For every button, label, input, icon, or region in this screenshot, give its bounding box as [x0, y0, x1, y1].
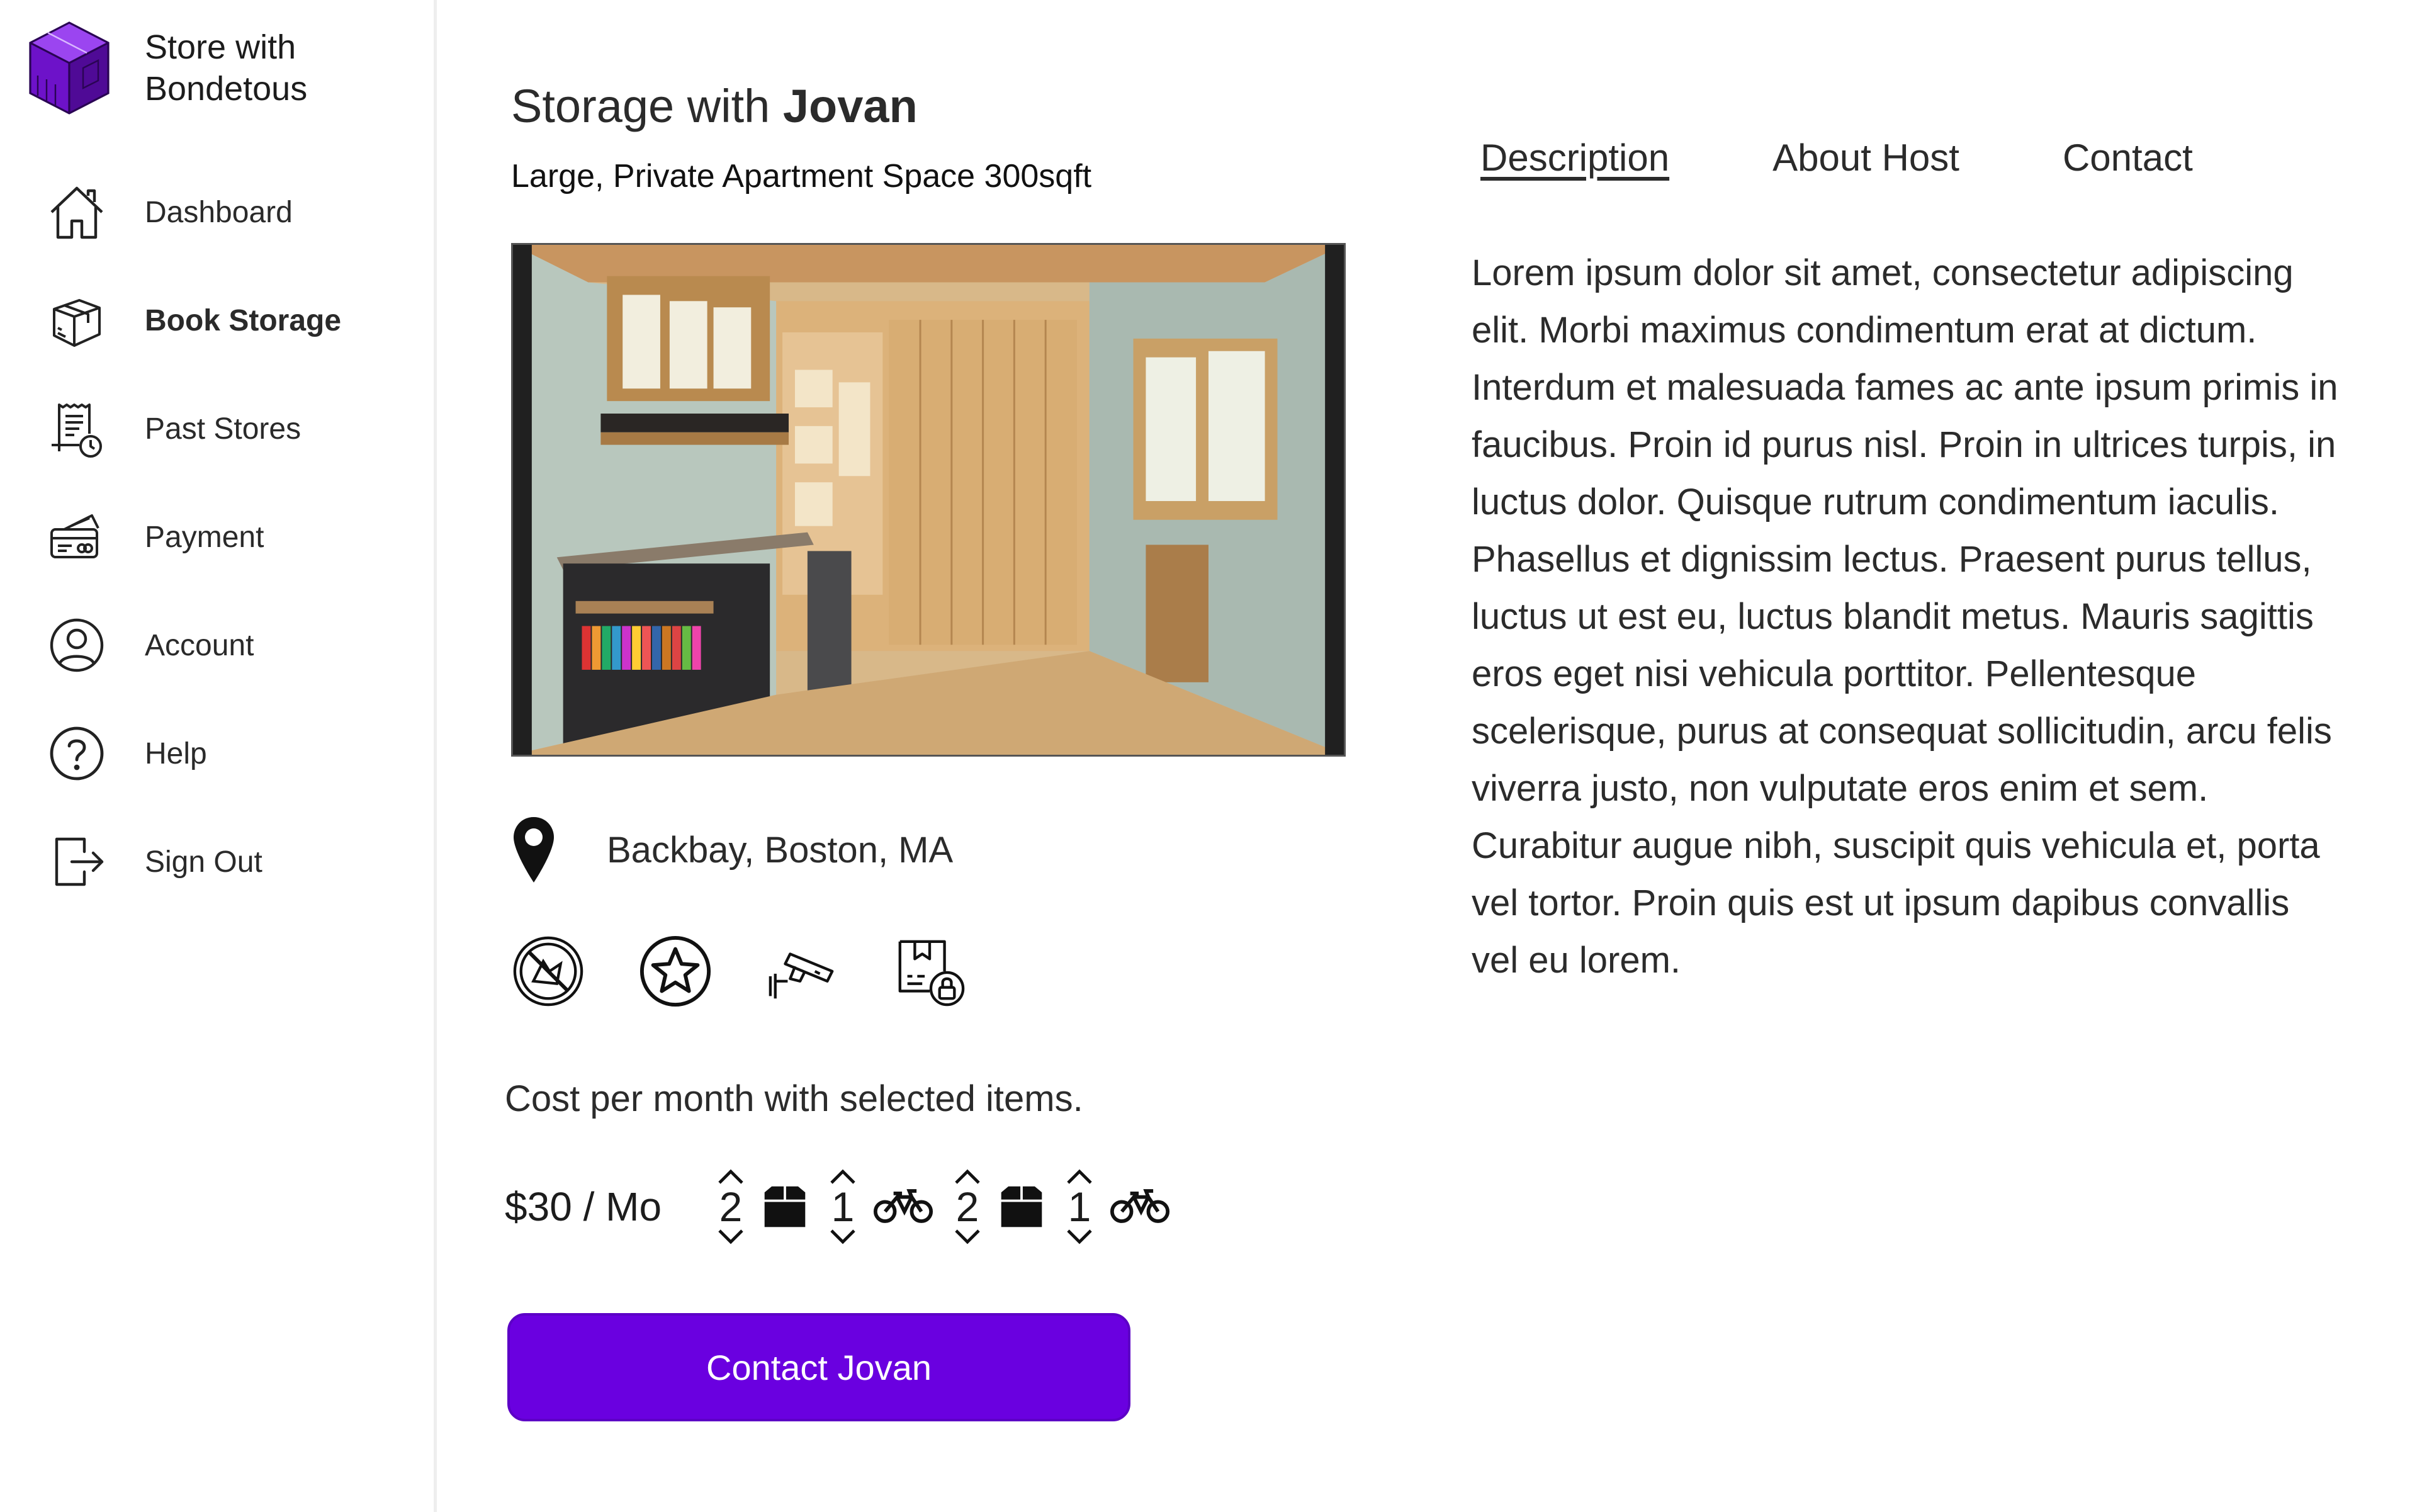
brand-name: Store with Bondetous — [145, 28, 308, 108]
contact-host-button[interactable]: Contact Jovan — [507, 1313, 1130, 1421]
location-pin-icon — [511, 815, 556, 885]
item-selector-bike: 1 — [1062, 1167, 1170, 1246]
cost-caption: Cost per month with selected items. — [505, 1078, 1083, 1119]
question-icon — [45, 722, 108, 785]
quantity-stepper[interactable]: 1 — [825, 1167, 860, 1246]
bicycle-icon — [1110, 1187, 1170, 1226]
sidebar-item-account[interactable]: Account — [45, 613, 341, 677]
box-icon — [45, 289, 108, 352]
chevron-down-icon[interactable] — [828, 1227, 858, 1246]
location: Backbay, Boston, MA — [511, 815, 953, 885]
box-icon — [998, 1183, 1045, 1231]
chevron-down-icon[interactable] — [1064, 1227, 1095, 1246]
sidebar-item-book-storage[interactable]: Book Storage — [45, 288, 341, 353]
credit-card-icon — [45, 505, 108, 568]
chevron-down-icon[interactable] — [952, 1227, 983, 1246]
no-pets-icon[interactable] — [511, 934, 585, 1008]
security-camera-icon[interactable] — [765, 934, 840, 1008]
listing-subtitle: Large, Private Apartment Space 300sqft — [511, 158, 1092, 195]
sidebar-item-payment[interactable]: Payment — [45, 505, 341, 569]
sidebar-item-past-stores[interactable]: Past Stores — [45, 397, 341, 461]
user-circle-icon — [45, 614, 108, 677]
item-selector-bike: 1 — [825, 1167, 933, 1246]
page-title: Storage with Jovan — [511, 79, 918, 133]
item-selector-box: 2 — [950, 1167, 1045, 1246]
secure-package-icon[interactable] — [893, 934, 967, 1008]
location-text: Backbay, Boston, MA — [607, 829, 954, 871]
cost-row: $30 / Mo 2 1 2 1 — [505, 1166, 1186, 1248]
chevron-down-icon[interactable] — [716, 1227, 746, 1246]
home-icon — [45, 181, 108, 244]
tab-contact[interactable]: Contact — [2063, 136, 2193, 179]
sidebar-item-label: Account — [145, 628, 254, 662]
quantity-stepper[interactable]: 1 — [1062, 1167, 1097, 1246]
quantity-value: 2 — [719, 1183, 743, 1230]
quantity-value: 2 — [955, 1183, 979, 1230]
sidebar-item-label: Dashboard — [145, 195, 293, 229]
sidebar-item-sign-out[interactable]: Sign Out — [45, 830, 341, 894]
receipt-clock-icon — [45, 397, 108, 460]
host-name: Jovan — [782, 80, 918, 132]
quantity-value: 1 — [831, 1183, 855, 1230]
sidebar-item-dashboard[interactable]: Dashboard — [45, 180, 341, 244]
sign-out-icon — [45, 830, 108, 893]
sidebar-item-label: Past Stores — [145, 412, 301, 446]
sidebar-item-help[interactable]: Help — [45, 721, 341, 786]
box-icon — [761, 1183, 809, 1231]
quantity-stepper[interactable]: 2 — [950, 1167, 985, 1246]
bicycle-icon — [873, 1187, 933, 1226]
sidebar-item-label: Payment — [145, 520, 264, 554]
detail-tabs: Description About Host Contact — [1480, 136, 2193, 179]
brand[interactable]: Store with Bondetous — [25, 18, 346, 118]
tab-about-host[interactable]: About Host — [1772, 136, 1959, 179]
quantity-value: 1 — [1068, 1183, 1091, 1230]
listing-description: Lorem ipsum dolor sit amet, consectetur … — [1472, 252, 2338, 981]
monthly-price: $30 / Mo — [505, 1184, 662, 1229]
sidebar: Store with Bondetous Dashboard Book Stor… — [0, 0, 437, 1512]
item-selector-box: 2 — [713, 1167, 809, 1246]
tab-description[interactable]: Description — [1480, 136, 1669, 179]
listing-photo[interactable] — [511, 243, 1346, 757]
sidebar-nav: Dashboard Book Storage Past Stores Payme… — [45, 180, 341, 938]
amenities — [511, 934, 967, 1008]
box-logo-icon — [29, 21, 110, 115]
sidebar-item-label: Help — [145, 736, 207, 770]
apartment-interior-image — [513, 245, 1344, 755]
quantity-stepper[interactable]: 2 — [713, 1167, 748, 1246]
star-icon[interactable] — [638, 934, 713, 1008]
sidebar-item-label: Book Storage — [145, 303, 342, 337]
title-prefix: Storage with — [511, 80, 783, 132]
sidebar-item-label: Sign Out — [145, 845, 262, 879]
